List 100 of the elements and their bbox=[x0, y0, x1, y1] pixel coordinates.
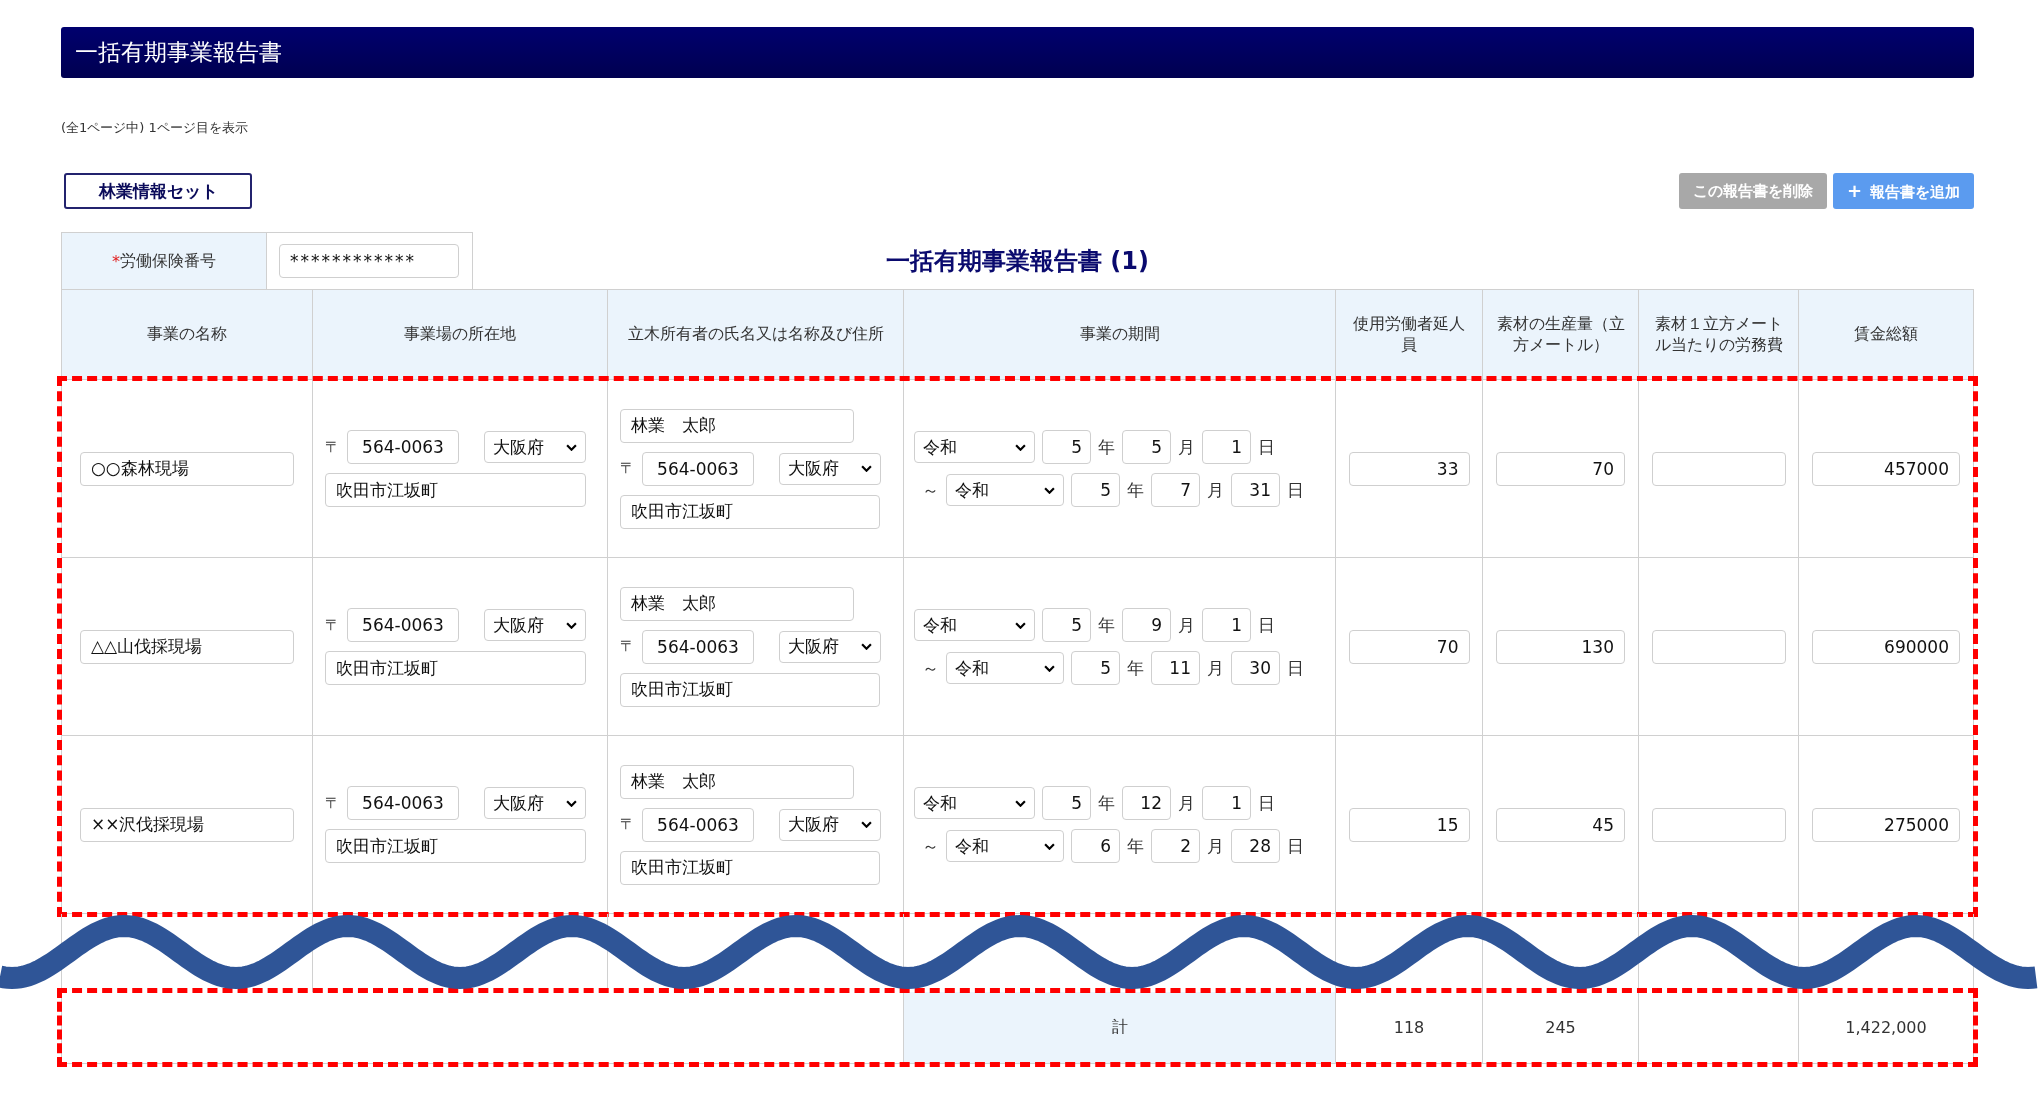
labor-cost-field[interactable] bbox=[1651, 807, 1786, 842]
date-unit-label: 日 bbox=[1258, 613, 1275, 637]
workers-field[interactable]: 70 bbox=[1348, 629, 1470, 664]
chevron-down-icon bbox=[566, 621, 577, 629]
labor-cost-field[interactable] bbox=[1651, 451, 1786, 486]
date-unit-label: 月 bbox=[1178, 435, 1195, 459]
owner-name-field[interactable]: 林業 太郎 bbox=[620, 586, 854, 621]
postal-code-field[interactable]: 564-0063 bbox=[347, 786, 459, 820]
date-field[interactable]: 5 bbox=[1122, 430, 1171, 464]
postal-mark: 〒 bbox=[325, 793, 340, 813]
chevron-down-icon bbox=[1015, 799, 1026, 807]
chevron-down-icon bbox=[1015, 443, 1026, 451]
prefecture-select[interactable]: 大阪府 bbox=[779, 452, 881, 485]
postal-code-field[interactable]: 564-0063 bbox=[642, 451, 754, 486]
chevron-down-icon bbox=[566, 799, 577, 807]
date-field[interactable]: 2 bbox=[1151, 829, 1200, 863]
insurance-number-field[interactable]: ************ bbox=[279, 244, 459, 278]
era-select[interactable]: 令和 bbox=[914, 609, 1035, 641]
production-field[interactable]: 130 bbox=[1496, 629, 1625, 664]
site-name-field[interactable]: ○○森林現場 bbox=[80, 451, 294, 486]
date-field[interactable]: 31 bbox=[1231, 473, 1280, 507]
date-field[interactable]: 1 bbox=[1202, 430, 1251, 464]
wages-field[interactable]: 275000 bbox=[1812, 807, 1960, 842]
date-unit-label: 月 bbox=[1207, 478, 1224, 502]
postal-mark: 〒 bbox=[620, 815, 635, 834]
labor-cost-field[interactable] bbox=[1651, 629, 1786, 664]
column-header: 立木所有者の氏名又は名称及び住所 bbox=[608, 290, 904, 380]
postal-code-field[interactable]: 564-0063 bbox=[347, 430, 459, 464]
date-unit-label: 年 bbox=[1127, 834, 1144, 858]
address-field[interactable]: 吹田市江坂町 bbox=[325, 829, 586, 863]
forestry-info-set-button[interactable]: 林業情報セット bbox=[64, 173, 252, 209]
date-field[interactable]: 30 bbox=[1231, 651, 1280, 685]
date-field[interactable]: 5 bbox=[1042, 608, 1091, 642]
date-field[interactable]: 7 bbox=[1151, 473, 1200, 507]
date-unit-label: 日 bbox=[1287, 478, 1304, 502]
total-production: 245 bbox=[1483, 992, 1639, 1064]
owner-name-field[interactable]: 林業 太郎 bbox=[620, 408, 854, 443]
prefecture-select[interactable]: 大阪府 bbox=[484, 787, 586, 819]
prefecture-select[interactable]: 大阪府 bbox=[779, 630, 881, 663]
date-unit-label: 年 bbox=[1098, 613, 1115, 637]
date-unit-label: 年 bbox=[1127, 656, 1144, 680]
prefecture-select[interactable]: 大阪府 bbox=[779, 808, 881, 841]
date-field[interactable]: 5 bbox=[1071, 473, 1120, 507]
wages-field[interactable]: 457000 bbox=[1812, 451, 1960, 486]
prefecture-select[interactable]: 大阪府 bbox=[484, 431, 586, 463]
column-header: 使用労働者延人員 bbox=[1336, 290, 1483, 380]
date-field[interactable]: 9 bbox=[1122, 608, 1171, 642]
chevron-down-icon bbox=[1044, 842, 1055, 850]
date-unit-label: 月 bbox=[1207, 834, 1224, 858]
address-field[interactable]: 吹田市江坂町 bbox=[620, 494, 880, 529]
date-unit-label: 日 bbox=[1258, 791, 1275, 815]
site-name-field[interactable]: △△山伐採現場 bbox=[80, 629, 294, 664]
date-field[interactable]: 28 bbox=[1231, 829, 1280, 863]
date-unit-label: 月 bbox=[1178, 791, 1195, 815]
production-field[interactable]: 45 bbox=[1496, 807, 1625, 842]
era-select[interactable]: 令和 bbox=[946, 474, 1064, 506]
workers-field[interactable]: 33 bbox=[1348, 451, 1470, 486]
wages-field[interactable]: 690000 bbox=[1812, 629, 1960, 664]
chevron-down-icon bbox=[1015, 621, 1026, 629]
column-header: 事業の名称 bbox=[62, 290, 313, 380]
chevron-down-icon bbox=[1044, 486, 1055, 494]
address-field[interactable]: 吹田市江坂町 bbox=[620, 850, 880, 885]
date-field[interactable]: 1 bbox=[1202, 608, 1251, 642]
postal-mark: 〒 bbox=[620, 459, 635, 478]
postal-code-field[interactable]: 564-0063 bbox=[347, 608, 459, 642]
chevron-down-icon bbox=[566, 443, 577, 451]
date-field[interactable]: 1 bbox=[1202, 786, 1251, 820]
date-unit-label: 年 bbox=[1098, 791, 1115, 815]
era-select[interactable]: 令和 bbox=[946, 830, 1064, 862]
total-wages: 1,422,000 bbox=[1799, 992, 1974, 1064]
address-field[interactable]: 吹田市江坂町 bbox=[325, 473, 586, 507]
address-field[interactable]: 吹田市江坂町 bbox=[620, 672, 880, 707]
chevron-down-icon bbox=[861, 643, 872, 650]
era-select[interactable]: 令和 bbox=[914, 431, 1035, 463]
owner-name-field[interactable]: 林業 太郎 bbox=[620, 764, 854, 799]
era-select[interactable]: 令和 bbox=[946, 652, 1064, 684]
date-unit-label: 月 bbox=[1207, 656, 1224, 680]
date-field[interactable]: 6 bbox=[1071, 829, 1120, 863]
column-header: 素材１立方メートル当たりの労務費 bbox=[1639, 290, 1799, 380]
production-field[interactable]: 70 bbox=[1496, 451, 1625, 486]
postal-mark: 〒 bbox=[325, 615, 340, 635]
date-field[interactable]: 5 bbox=[1042, 786, 1091, 820]
date-field[interactable]: 12 bbox=[1122, 786, 1171, 820]
date-field[interactable]: 5 bbox=[1042, 430, 1091, 464]
column-header: 事業場の所在地 bbox=[313, 290, 608, 380]
prefecture-select[interactable]: 大阪府 bbox=[484, 609, 586, 641]
date-field[interactable]: 5 bbox=[1071, 651, 1120, 685]
page-title: 一括有期事業報告書 bbox=[75, 38, 282, 67]
workers-field[interactable]: 15 bbox=[1348, 807, 1470, 842]
date-field[interactable]: 11 bbox=[1151, 651, 1200, 685]
site-name-field[interactable]: ××沢伐採現場 bbox=[80, 807, 294, 842]
era-select[interactable]: 令和 bbox=[914, 787, 1035, 819]
chevron-down-icon bbox=[861, 465, 872, 472]
postal-code-field[interactable]: 564-0063 bbox=[642, 807, 754, 842]
insurance-number-label: *労働保険番号 bbox=[62, 233, 267, 289]
postal-code-field[interactable]: 564-0063 bbox=[642, 629, 754, 664]
date-unit-label: 年 bbox=[1127, 478, 1144, 502]
total-label: 計 bbox=[904, 992, 1336, 1064]
date-unit-label: 日 bbox=[1287, 834, 1304, 858]
address-field[interactable]: 吹田市江坂町 bbox=[325, 651, 586, 685]
